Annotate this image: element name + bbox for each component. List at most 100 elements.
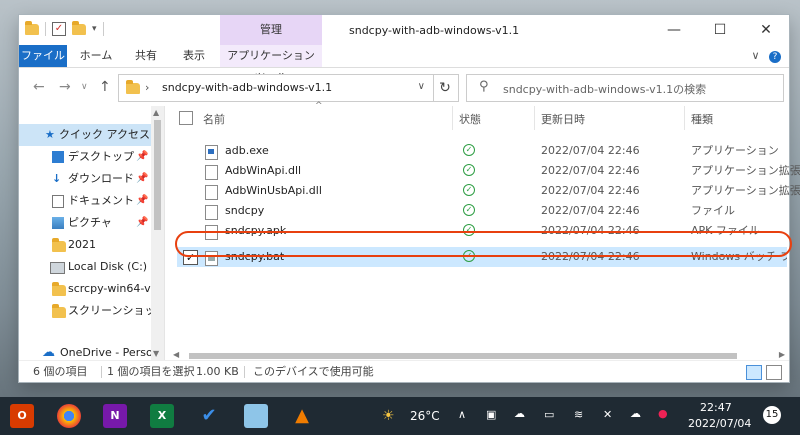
maximize-button[interactable]: ☐ xyxy=(697,15,743,45)
folder-icon xyxy=(52,282,66,296)
scroll-left-icon[interactable]: ◀ xyxy=(173,350,179,359)
nav-item-downloads[interactable]: ↓ ダウンロード 📌 xyxy=(19,168,154,190)
nav-item-screenshots[interactable]: スクリーンショット xyxy=(19,300,154,322)
nav-item-label: デスクトップ xyxy=(68,150,134,163)
properties-icon[interactable]: ✓ xyxy=(52,22,66,36)
nav-item-pictures[interactable]: ピクチャ 📌 xyxy=(19,212,154,234)
nav-item-label: 2021 xyxy=(68,238,96,251)
star-icon: ★ xyxy=(45,128,55,141)
nav-item-scrcpy[interactable]: scrcpy-win64-v1 xyxy=(19,278,154,300)
tab-application-tools[interactable]: アプリケーション ツール xyxy=(220,45,322,84)
column-name[interactable]: 名前 xyxy=(203,111,225,127)
search-input[interactable]: ⚲ sndcpy-with-adb-windows-v1.1の検索 xyxy=(466,74,784,102)
chrome-icon[interactable] xyxy=(57,404,81,428)
nav-item-label: クイック アクセス xyxy=(59,128,150,141)
pin-icon[interactable]: 📌 xyxy=(136,212,148,234)
file-row-adbwinapi[interactable]: AdbWinApi.dll ✓ 2022/07/04 22:46 アプリケーショ… xyxy=(177,161,800,181)
file-row-adbwinusbapi[interactable]: AdbWinUsbApi.dll ✓ 2022/07/04 22:46 アプリケ… xyxy=(177,181,800,201)
picture-icon xyxy=(52,217,64,229)
sync-status-icon: ✓ xyxy=(463,204,475,216)
chevron-down-icon[interactable]: ∨ xyxy=(418,81,425,92)
column-status[interactable]: 状態 xyxy=(459,111,481,127)
onenote-icon[interactable]: N xyxy=(103,404,127,428)
ribbon-right-controls: ∨ ? xyxy=(751,49,781,63)
column-type[interactable]: 種類 xyxy=(691,111,713,127)
nav-scrollbar[interactable]: ▲ ▼ xyxy=(151,106,164,360)
select-all-checkbox[interactable] xyxy=(179,111,193,125)
onedrive-icon[interactable]: ☁ xyxy=(514,407,525,420)
file-name: AdbWinUsbApi.dll xyxy=(225,184,322,197)
folder-icon xyxy=(126,80,140,94)
display-icon[interactable]: ▭ xyxy=(544,408,554,421)
excel-icon[interactable]: X xyxy=(150,404,174,428)
nav-item-label: ダウンロード xyxy=(68,172,134,185)
up-arrow-icon[interactable]: ↑ xyxy=(99,79,111,95)
folder-icon xyxy=(25,20,39,35)
show-hidden-icons-icon[interactable]: ∧ xyxy=(458,408,466,421)
address-path[interactable]: sndcpy-with-adb-windows-v1.1 xyxy=(162,81,332,94)
expand-ribbon-icon[interactable]: ∨ xyxy=(751,49,759,62)
pin-icon[interactable]: 📌 xyxy=(136,190,148,212)
file-row-adb-exe[interactable]: adb.exe ✓ 2022/07/04 22:46 アプリケーション xyxy=(177,141,790,161)
minimize-button[interactable]: — xyxy=(651,15,697,45)
divider xyxy=(684,106,685,130)
nav-item-onedrive[interactable]: ☁ OneDrive - Person xyxy=(19,342,154,360)
tab-share[interactable]: 共有 xyxy=(125,45,167,67)
column-modified[interactable]: 更新日時 xyxy=(541,111,585,127)
nav-item-label: scrcpy-win64-v1 xyxy=(68,282,154,295)
scroll-down-icon[interactable]: ▼ xyxy=(153,349,159,358)
clock-date[interactable]: 2022/07/04 xyxy=(688,417,751,430)
app-tray-icon[interactable]: ● xyxy=(658,407,668,420)
clock-time[interactable]: 22:47 xyxy=(700,401,732,414)
notepad-icon[interactable] xyxy=(244,404,268,428)
tab-home[interactable]: ホーム xyxy=(75,45,117,67)
office-icon[interactable]: O xyxy=(10,404,34,428)
tab-file[interactable]: ファイル xyxy=(19,45,67,67)
vlc-icon[interactable]: ▲ xyxy=(290,404,314,428)
recent-locations-icon[interactable]: ∨ xyxy=(81,82,88,92)
divider xyxy=(45,22,46,36)
file-name: sndcpy xyxy=(225,204,265,217)
tab-view[interactable]: 表示 xyxy=(173,45,215,67)
file-row-sndcpy[interactable]: sndcpy ✓ 2022/07/04 22:46 ファイル xyxy=(177,201,790,221)
address-bar[interactable]: › sndcpy-with-adb-windows-v1.1 ∨ xyxy=(118,74,434,102)
wifi-icon[interactable]: ≋ xyxy=(574,408,583,421)
chevron-right-icon[interactable]: › xyxy=(145,81,149,94)
scroll-right-icon[interactable]: ▶ xyxy=(779,350,785,359)
scrollbar-thumb[interactable] xyxy=(154,120,161,230)
large-icons-view-icon[interactable] xyxy=(766,365,782,380)
meet-now-icon[interactable]: ▣ xyxy=(486,408,496,421)
help-icon[interactable]: ? xyxy=(769,51,781,63)
nav-item-local-disk[interactable]: Local Disk (C:) xyxy=(19,256,154,278)
pin-icon[interactable]: 📌 xyxy=(136,168,148,190)
exe-icon xyxy=(205,145,218,160)
weather-temperature[interactable]: 26°C xyxy=(410,409,440,423)
file-date: 2022/07/04 22:46 xyxy=(541,204,640,217)
new-folder-icon[interactable] xyxy=(72,20,86,35)
nav-item-2021[interactable]: 2021 xyxy=(19,234,154,256)
pin-icon[interactable]: 📌 xyxy=(136,146,148,168)
cloud-sync-icon[interactable]: ☁ xyxy=(630,407,641,420)
scroll-up-icon[interactable]: ▲ xyxy=(153,108,159,117)
divider xyxy=(534,106,535,130)
forward-arrow-icon[interactable]: → xyxy=(59,79,71,95)
details-view-icon[interactable] xyxy=(746,365,762,380)
nav-item-desktop[interactable]: デスクトップ 📌 xyxy=(19,146,154,168)
document-icon xyxy=(52,195,64,208)
refresh-button[interactable]: ↻ xyxy=(432,74,459,102)
nav-item-quick-access[interactable]: ★ クイック アクセス xyxy=(19,124,154,146)
customize-toolbar-icon[interactable]: ▾ xyxy=(92,24,97,34)
volume-muted-icon[interactable]: ✕ xyxy=(603,408,612,421)
folder-icon xyxy=(52,304,66,318)
file-type: アプリケーション拡張 xyxy=(691,164,800,177)
sync-status-icon: ✓ xyxy=(463,164,475,176)
notification-badge[interactable]: 15 xyxy=(763,406,781,424)
nav-item-label: Local Disk (C:) xyxy=(68,260,148,273)
scrollbar-thumb[interactable] xyxy=(189,353,737,359)
sync-status-icon: ✓ xyxy=(463,144,475,156)
nav-item-documents[interactable]: ドキュメント 📌 xyxy=(19,190,154,212)
back-arrow-icon[interactable]: ← xyxy=(33,79,45,95)
weather-icon[interactable]: ☀ xyxy=(382,408,395,424)
close-button[interactable]: ✕ xyxy=(743,15,789,45)
todo-icon[interactable]: ✔ xyxy=(197,404,221,428)
